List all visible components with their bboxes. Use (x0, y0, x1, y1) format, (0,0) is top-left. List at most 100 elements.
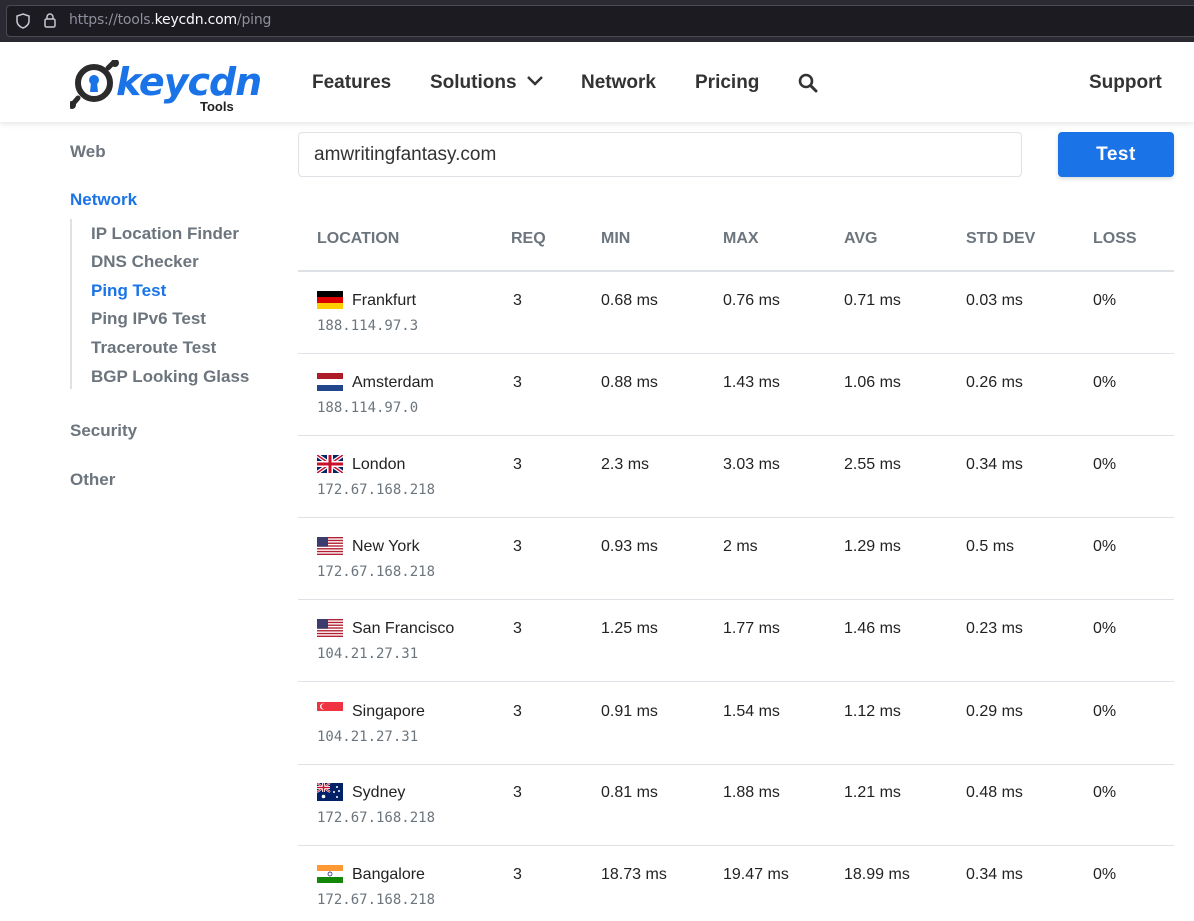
location-ip: 104.21.27.31 (317, 646, 419, 662)
req-cell: 3 (513, 456, 522, 473)
req-cell: 3 (513, 866, 522, 883)
max-cell: 19.47 ms (723, 866, 789, 883)
min-cell: 0.93 ms (601, 538, 658, 555)
std-dev-cell: 0.23 ms (966, 620, 1023, 637)
table-row: Sydney 172.67.168.218 3 0.81 ms 1.88 ms 1.21 … (298, 764, 1174, 846)
table-row: San Francisco 104.21.27.31 3 1.25 ms 1.77 ms… (298, 600, 1174, 682)
req-cell: 3 (513, 784, 522, 801)
flag-in-icon (317, 865, 343, 883)
nav-solutions[interactable]: Solutions (430, 72, 517, 94)
req-cell: 3 (513, 292, 522, 309)
std-dev-cell: 0.34 ms (966, 866, 1023, 883)
site-header: keycdn Tools Features Solutions Network … (0, 42, 1194, 122)
column-header-req: REQ (511, 230, 546, 247)
sidebar-item-traceroute-test[interactable]: Traceroute Test (91, 338, 216, 358)
column-header-location: LOCATION (317, 230, 400, 247)
nav-features[interactable]: Features (312, 72, 391, 94)
location-city: Bangalore (352, 866, 425, 883)
avg-cell: 1.21 ms (844, 784, 901, 801)
url-path: /ping (236, 12, 272, 28)
search-icon[interactable] (798, 73, 818, 93)
column-header-avg: AVG (844, 230, 878, 247)
location-ip: 188.114.97.3 (317, 318, 419, 334)
location-ip: 188.114.97.0 (317, 400, 419, 416)
max-cell: 0.76 ms (723, 292, 780, 309)
table-row: London 172.67.168.218 3 2.3 ms 3.03 ms 2.55 m… (298, 436, 1174, 518)
loss-cell: 0% (1093, 538, 1117, 555)
req-cell: 3 (513, 620, 522, 637)
max-cell: 1.88 ms (723, 784, 780, 801)
std-dev-cell: 0.5 ms (966, 538, 1015, 555)
nav-support[interactable]: Support (1089, 72, 1162, 94)
keyhole-logo-icon (70, 60, 119, 109)
url-prefix: https://tools. (69, 12, 155, 28)
std-dev-cell: 0.48 ms (966, 784, 1023, 801)
table-row: Bangalore 172.67.168.218 3 18.73 ms 19.47 ms… (298, 846, 1174, 921)
loss-cell: 0% (1093, 784, 1117, 801)
sidebar-item-ping-test[interactable]: Ping Test (91, 281, 166, 301)
location-city: Amsterdam (352, 374, 434, 391)
std-dev-cell: 0.34 ms (966, 456, 1023, 473)
flag-sg-icon (317, 702, 343, 720)
column-header-max: MAX (723, 230, 759, 247)
browser-toolbar: https://tools.keycdn.com/ping (0, 0, 1194, 42)
location-ip: 172.67.168.218 (317, 564, 436, 580)
nav-network[interactable]: Network (581, 72, 656, 94)
flag-us-icon (317, 537, 343, 555)
loss-cell: 0% (1093, 456, 1117, 473)
sidebar-item-dns-checker[interactable]: DNS Checker (91, 252, 199, 272)
sidebar-item-bgp-looking-glass[interactable]: BGP Looking Glass (91, 367, 249, 387)
table-row: Frankfurt 188.114.97.3 3 0.68 ms 0.76 ms 0.71… (298, 272, 1174, 354)
loss-cell: 0% (1093, 866, 1117, 883)
column-header-min: MIN (601, 230, 631, 247)
lock-icon[interactable] (44, 13, 56, 28)
loss-cell: 0% (1093, 703, 1117, 720)
sidebar-category-network[interactable]: Network (70, 190, 137, 210)
min-cell: 1.25 ms (601, 620, 658, 637)
min-cell: 2.3 ms (601, 456, 650, 473)
location-city: Singapore (352, 703, 425, 720)
location-city: San Francisco (352, 620, 455, 637)
column-header-loss: LOSS (1093, 230, 1137, 247)
chevron-down-icon[interactable] (527, 76, 543, 86)
location-city: Sydney (352, 784, 406, 801)
location-ip: 172.67.168.218 (317, 810, 436, 826)
sidebar-category-web[interactable]: Web (70, 142, 106, 162)
url-text[interactable]: https://tools.keycdn.com/ping (69, 12, 271, 28)
hostname-input[interactable] (298, 132, 1022, 177)
avg-cell: 1.06 ms (844, 374, 901, 391)
max-cell: 1.43 ms (723, 374, 780, 391)
sidebar-item-ip-location-finder[interactable]: IP Location Finder (91, 224, 239, 244)
max-cell: 3.03 ms (723, 456, 780, 473)
avg-cell: 2.55 ms (844, 456, 901, 473)
location-city: New York (352, 538, 420, 555)
flag-us-icon (317, 619, 343, 637)
sidebar-divider (70, 219, 72, 389)
avg-cell: 1.46 ms (844, 620, 901, 637)
nav-pricing[interactable]: Pricing (695, 72, 759, 94)
max-cell: 2 ms (723, 538, 758, 555)
test-button[interactable]: Test (1058, 132, 1174, 177)
min-cell: 0.81 ms (601, 784, 658, 801)
std-dev-cell: 0.03 ms (966, 292, 1023, 309)
flag-au-icon (317, 783, 343, 801)
req-cell: 3 (513, 538, 522, 555)
shield-icon[interactable] (16, 13, 30, 29)
loss-cell: 0% (1093, 374, 1117, 391)
flag-gb-icon (317, 455, 343, 473)
table-row: New York 172.67.168.218 3 0.93 ms 2 ms 1.29 m… (298, 518, 1174, 600)
min-cell: 0.91 ms (601, 703, 658, 720)
sidebar-category-other[interactable]: Other (70, 470, 115, 490)
sidebar-item-ping-ipv6-test[interactable]: Ping IPv6 Test (91, 309, 206, 329)
location-city: Frankfurt (352, 292, 417, 309)
avg-cell: 1.29 ms (844, 538, 901, 555)
avg-cell: 1.12 ms (844, 703, 901, 720)
location-ip: 172.67.168.218 (317, 482, 436, 498)
location-ip: 172.67.168.218 (317, 892, 436, 908)
avg-cell: 18.99 ms (844, 866, 910, 883)
loss-cell: 0% (1093, 292, 1117, 309)
sidebar-category-security[interactable]: Security (70, 421, 137, 441)
min-cell: 18.73 ms (601, 866, 667, 883)
keycdn-logo[interactable]: keycdn Tools (70, 58, 262, 114)
flag-nl-icon (317, 373, 343, 391)
